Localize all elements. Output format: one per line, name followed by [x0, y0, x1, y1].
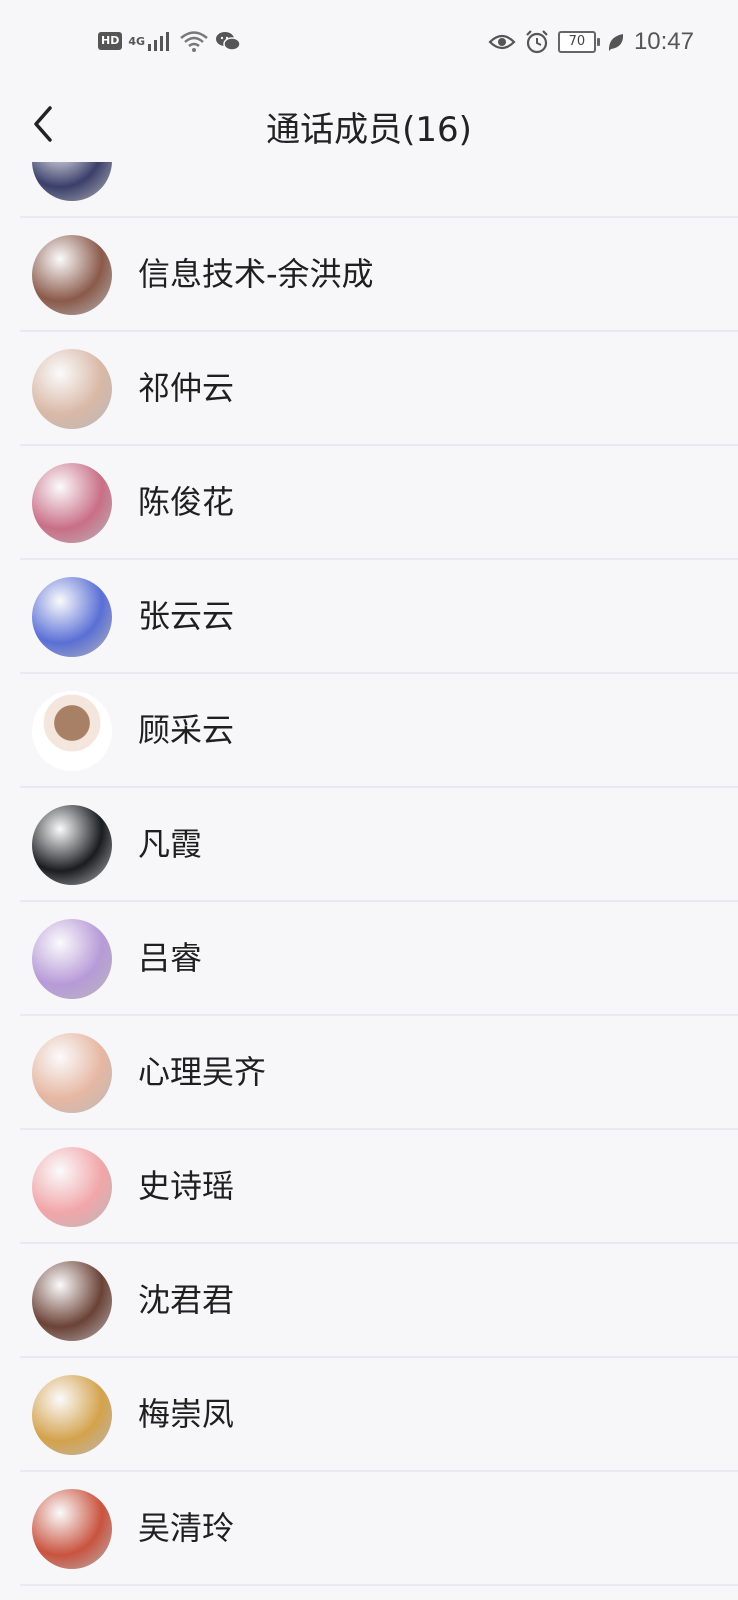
member-list[interactable]: 信息技术-余洪成 祁仲云陈俊花张云云顾采云凡霞吕睿心理吴齐史诗瑶沈君君梅崇凤吴清玲: [0, 162, 738, 1600]
avatar[interactable]: [32, 1033, 112, 1113]
member-name: 沈君君: [138, 1281, 235, 1319]
member-name: 心理吴齐: [138, 1053, 267, 1091]
member-name: 凡霞: [138, 825, 203, 863]
list-item[interactable]: 信息技术-余洪成: [20, 218, 738, 332]
eye-icon: [488, 34, 516, 50]
list-item[interactable]: 凡霞: [20, 788, 738, 902]
signal-icon: [148, 32, 170, 51]
member-name: 祁仲云: [138, 369, 235, 407]
member-name: 张云云: [138, 597, 235, 635]
hd-badge: HD: [98, 32, 123, 50]
avatar[interactable]: [32, 919, 112, 999]
list-item[interactable]: 陈俊花: [20, 446, 738, 560]
network-label: 4G: [128, 34, 146, 48]
member-name: 顾采云: [138, 711, 235, 749]
member-name: 史诗瑶: [138, 1167, 235, 1205]
member-name: 梅崇凤: [138, 1395, 235, 1433]
status-right: 70 10:47: [488, 28, 694, 56]
status-left: HD 4G: [98, 30, 241, 52]
avatar[interactable]: [32, 349, 112, 429]
leaf-icon: [608, 34, 624, 51]
list-item[interactable]: 史诗瑶: [20, 1130, 738, 1244]
avatar[interactable]: [32, 235, 112, 315]
list-item[interactable]: 祁仲云: [20, 332, 738, 446]
list-item[interactable]: [20, 162, 738, 218]
avatar[interactable]: [32, 1147, 112, 1227]
header-bar: 通话成员(16): [0, 88, 738, 162]
avatar[interactable]: [32, 463, 112, 543]
alarm-icon: [526, 30, 548, 54]
wechat-icon: [216, 32, 241, 51]
battery-indicator: 70: [557, 31, 600, 53]
list-item[interactable]: 吴清玲: [20, 1472, 738, 1586]
avatar[interactable]: [32, 162, 112, 201]
avatar[interactable]: [32, 805, 112, 885]
avatar[interactable]: [32, 1489, 112, 1569]
avatar[interactable]: [32, 691, 112, 771]
clock-time: 10:47: [633, 28, 694, 55]
list-item[interactable]: 梅崇凤: [20, 1358, 738, 1472]
page-title: 通话成员(16): [266, 110, 472, 150]
member-name: 吴清玲: [138, 1509, 235, 1547]
avatar[interactable]: [32, 577, 112, 657]
list-item[interactable]: 顾采云: [20, 674, 738, 788]
member-name: 陈俊花: [138, 483, 235, 521]
member-list-inner: 信息技术-余洪成 祁仲云陈俊花张云云顾采云凡霞吕睿心理吴齐史诗瑶沈君君梅崇凤吴清玲: [0, 162, 738, 1586]
list-item[interactable]: 沈君君: [20, 1244, 738, 1358]
list-item[interactable]: 张云云: [20, 560, 738, 674]
member-name: 信息技术-余洪成: [138, 255, 374, 293]
member-name: 吕睿: [138, 939, 203, 977]
avatar[interactable]: [32, 1375, 112, 1455]
status-bar: HD 4G 70 10:47: [0, 0, 738, 88]
list-item[interactable]: 吕睿: [20, 902, 738, 1016]
wifi-icon: [180, 31, 208, 52]
list-item[interactable]: 心理吴齐: [20, 1016, 738, 1130]
avatar[interactable]: [32, 1261, 112, 1341]
